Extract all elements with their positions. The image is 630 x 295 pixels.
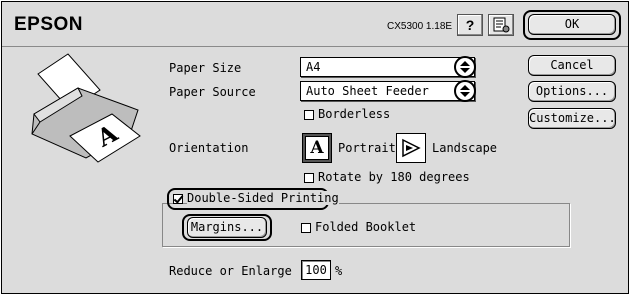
model-version: CX5300 1.18E — [387, 21, 453, 32]
paper-source-value: Auto Sheet Feeder — [306, 84, 429, 98]
portrait-label: Portrait — [338, 141, 396, 155]
borderless-checkbox[interactable] — [304, 110, 314, 120]
customize-button[interactable]: Customize... — [528, 108, 616, 129]
help-button[interactable]: ? — [457, 14, 483, 36]
landscape-label: Landscape — [432, 141, 498, 155]
paper-size-arrows-icon[interactable] — [454, 56, 476, 78]
double-sided-label: Double-Sided Printing — [187, 191, 339, 205]
brand-logo: EPSON — [14, 14, 84, 35]
rotate-label: Rotate by 180 degrees — [318, 170, 470, 184]
paper-size-label: Paper Size — [169, 61, 242, 75]
double-sided-checkbox[interactable] — [173, 194, 183, 204]
reduce-enlarge-label: Reduce or Enlarge — [169, 264, 292, 278]
borderless-label: Borderless — [318, 107, 391, 121]
printer-config-button[interactable] — [488, 14, 514, 36]
folded-booklet-checkbox[interactable] — [301, 223, 311, 233]
margins-button[interactable]: Margins... — [187, 217, 267, 238]
cancel-button[interactable]: Cancel — [528, 55, 616, 76]
paper-source-arrows-icon[interactable] — [454, 80, 476, 102]
options-button[interactable]: Options... — [528, 81, 616, 102]
portrait-option[interactable]: A — [302, 133, 332, 163]
printer-config-icon — [493, 17, 510, 33]
ok-button[interactable]: OK — [528, 14, 616, 35]
paper-size-value: A4 — [306, 60, 321, 74]
paper-source-label: Paper Source — [169, 85, 256, 99]
orientation-label: Orientation — [169, 141, 249, 155]
percent-unit: % — [335, 264, 343, 278]
portrait-icon: A — [305, 136, 329, 160]
printer-illustration: A — [31, 53, 141, 163]
help-icon: ? — [465, 17, 475, 33]
landscape-icon — [402, 138, 421, 158]
header-divider — [2, 46, 628, 47]
paper-source-select[interactable]: Auto Sheet Feeder — [300, 81, 475, 101]
page-setup-dialog: EPSON CX5300 1.18E ? OK Cancel Options..… — [1, 1, 629, 294]
reduce-enlarge-input[interactable]: 100 — [301, 260, 331, 280]
paper-size-select[interactable]: A4 — [300, 57, 475, 77]
rotate-checkbox[interactable] — [304, 173, 314, 183]
landscape-option[interactable] — [396, 133, 426, 163]
folded-booklet-label: Folded Booklet — [315, 220, 417, 234]
